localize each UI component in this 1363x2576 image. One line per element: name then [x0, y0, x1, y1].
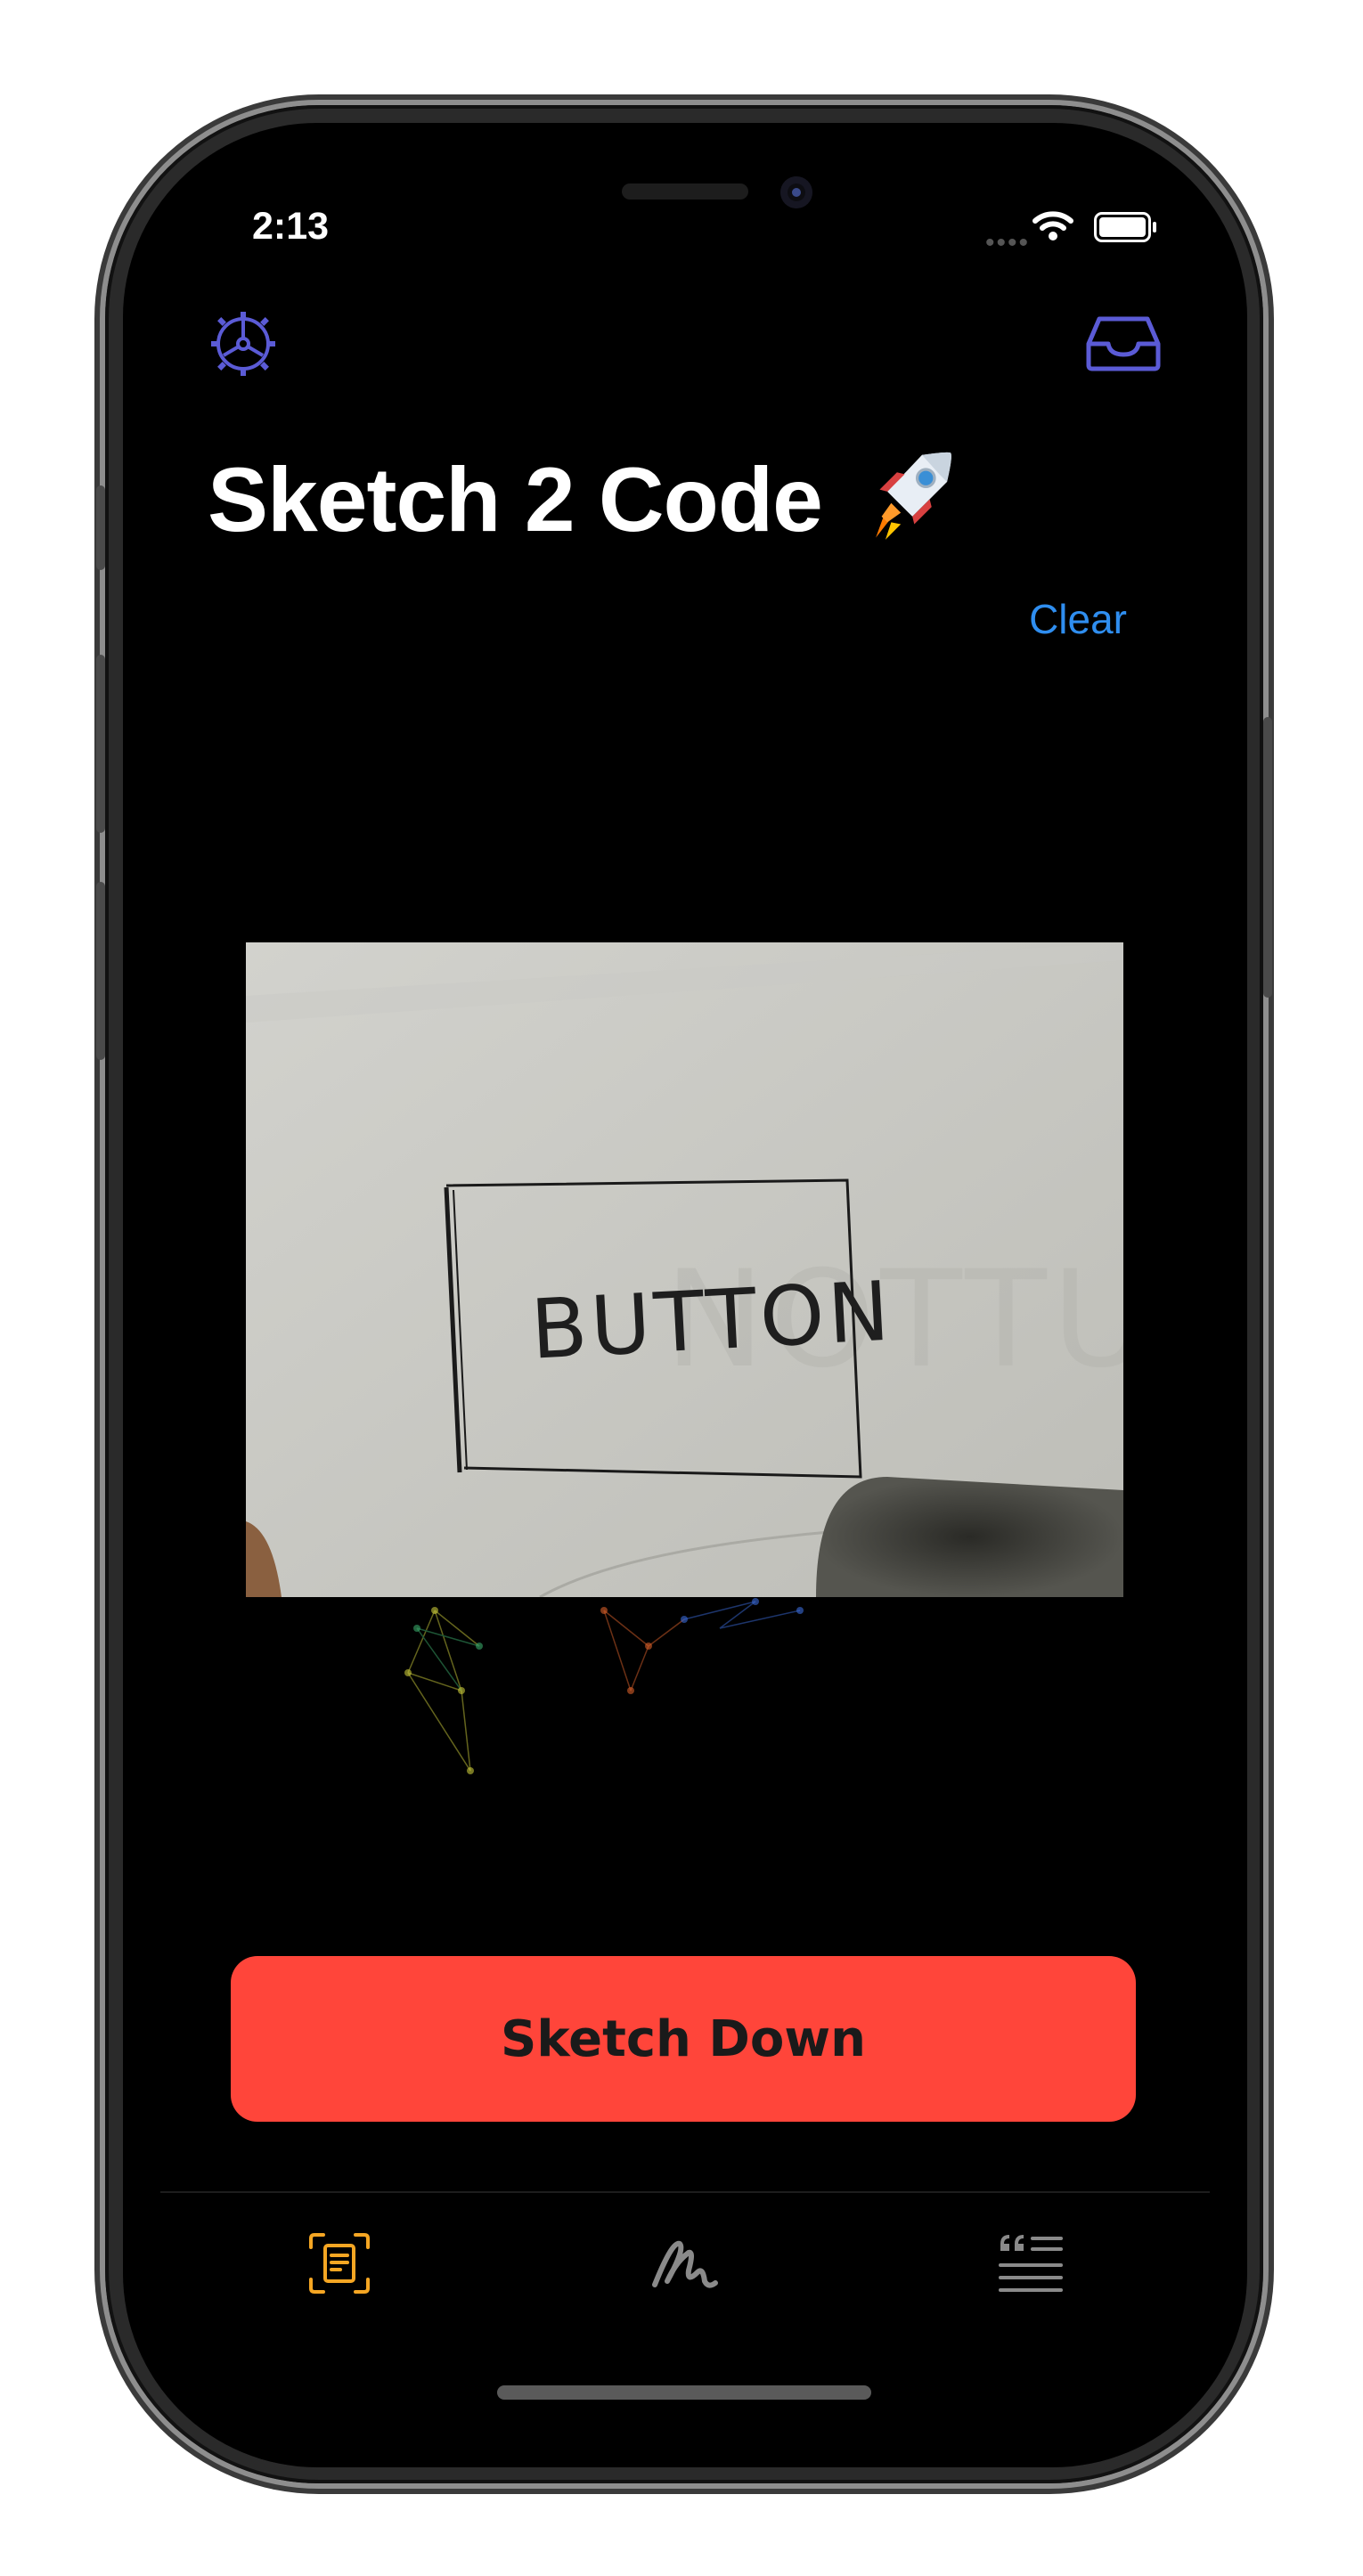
battery-icon [1094, 212, 1156, 242]
power-button [1263, 717, 1272, 998]
volume-down-button [96, 882, 105, 1060]
page-title: Sketch 2 Code [208, 445, 959, 552]
tray-icon[interactable] [1085, 314, 1162, 372]
sketch-photo: NOTTU BUTTON [246, 942, 1123, 1597]
sketch-down-button[interactable]: Sketch Down [231, 1956, 1136, 2122]
page-title-text: Sketch 2 Code [208, 449, 823, 550]
document-scan-icon [309, 2233, 370, 2294]
app-screen: 2:13 •••• Sketch 2 Code Clear NOTTU BUTT… [123, 123, 1247, 2467]
home-indicator[interactable] [497, 2385, 871, 2400]
tab-bar-divider [160, 2191, 1210, 2193]
gear-icon[interactable] [208, 308, 279, 379]
tab-quotes[interactable] [991, 2223, 1071, 2303]
ml-visualization-graphic [404, 1598, 804, 1774]
earpiece-speaker [622, 183, 748, 200]
rocket-emoji-icon [876, 452, 952, 540]
tab-draw[interactable] [645, 2223, 725, 2303]
wifi-icon [1032, 211, 1073, 240]
sketch-label: BUTTON [528, 1264, 895, 1378]
volume-up-button [96, 655, 105, 833]
action-button [96, 485, 105, 570]
quote-list-icon [999, 2235, 1063, 2292]
tab-scan[interactable] [299, 2223, 380, 2303]
scribble-icon [652, 2240, 718, 2288]
front-camera [780, 176, 812, 208]
sketch-photo-preview: NOTTU BUTTON [246, 942, 1123, 1597]
status-time: 2:13 [252, 205, 330, 248]
clear-button[interactable]: Clear [1029, 595, 1127, 643]
cellular-signal-icon: •••• [985, 228, 1031, 257]
